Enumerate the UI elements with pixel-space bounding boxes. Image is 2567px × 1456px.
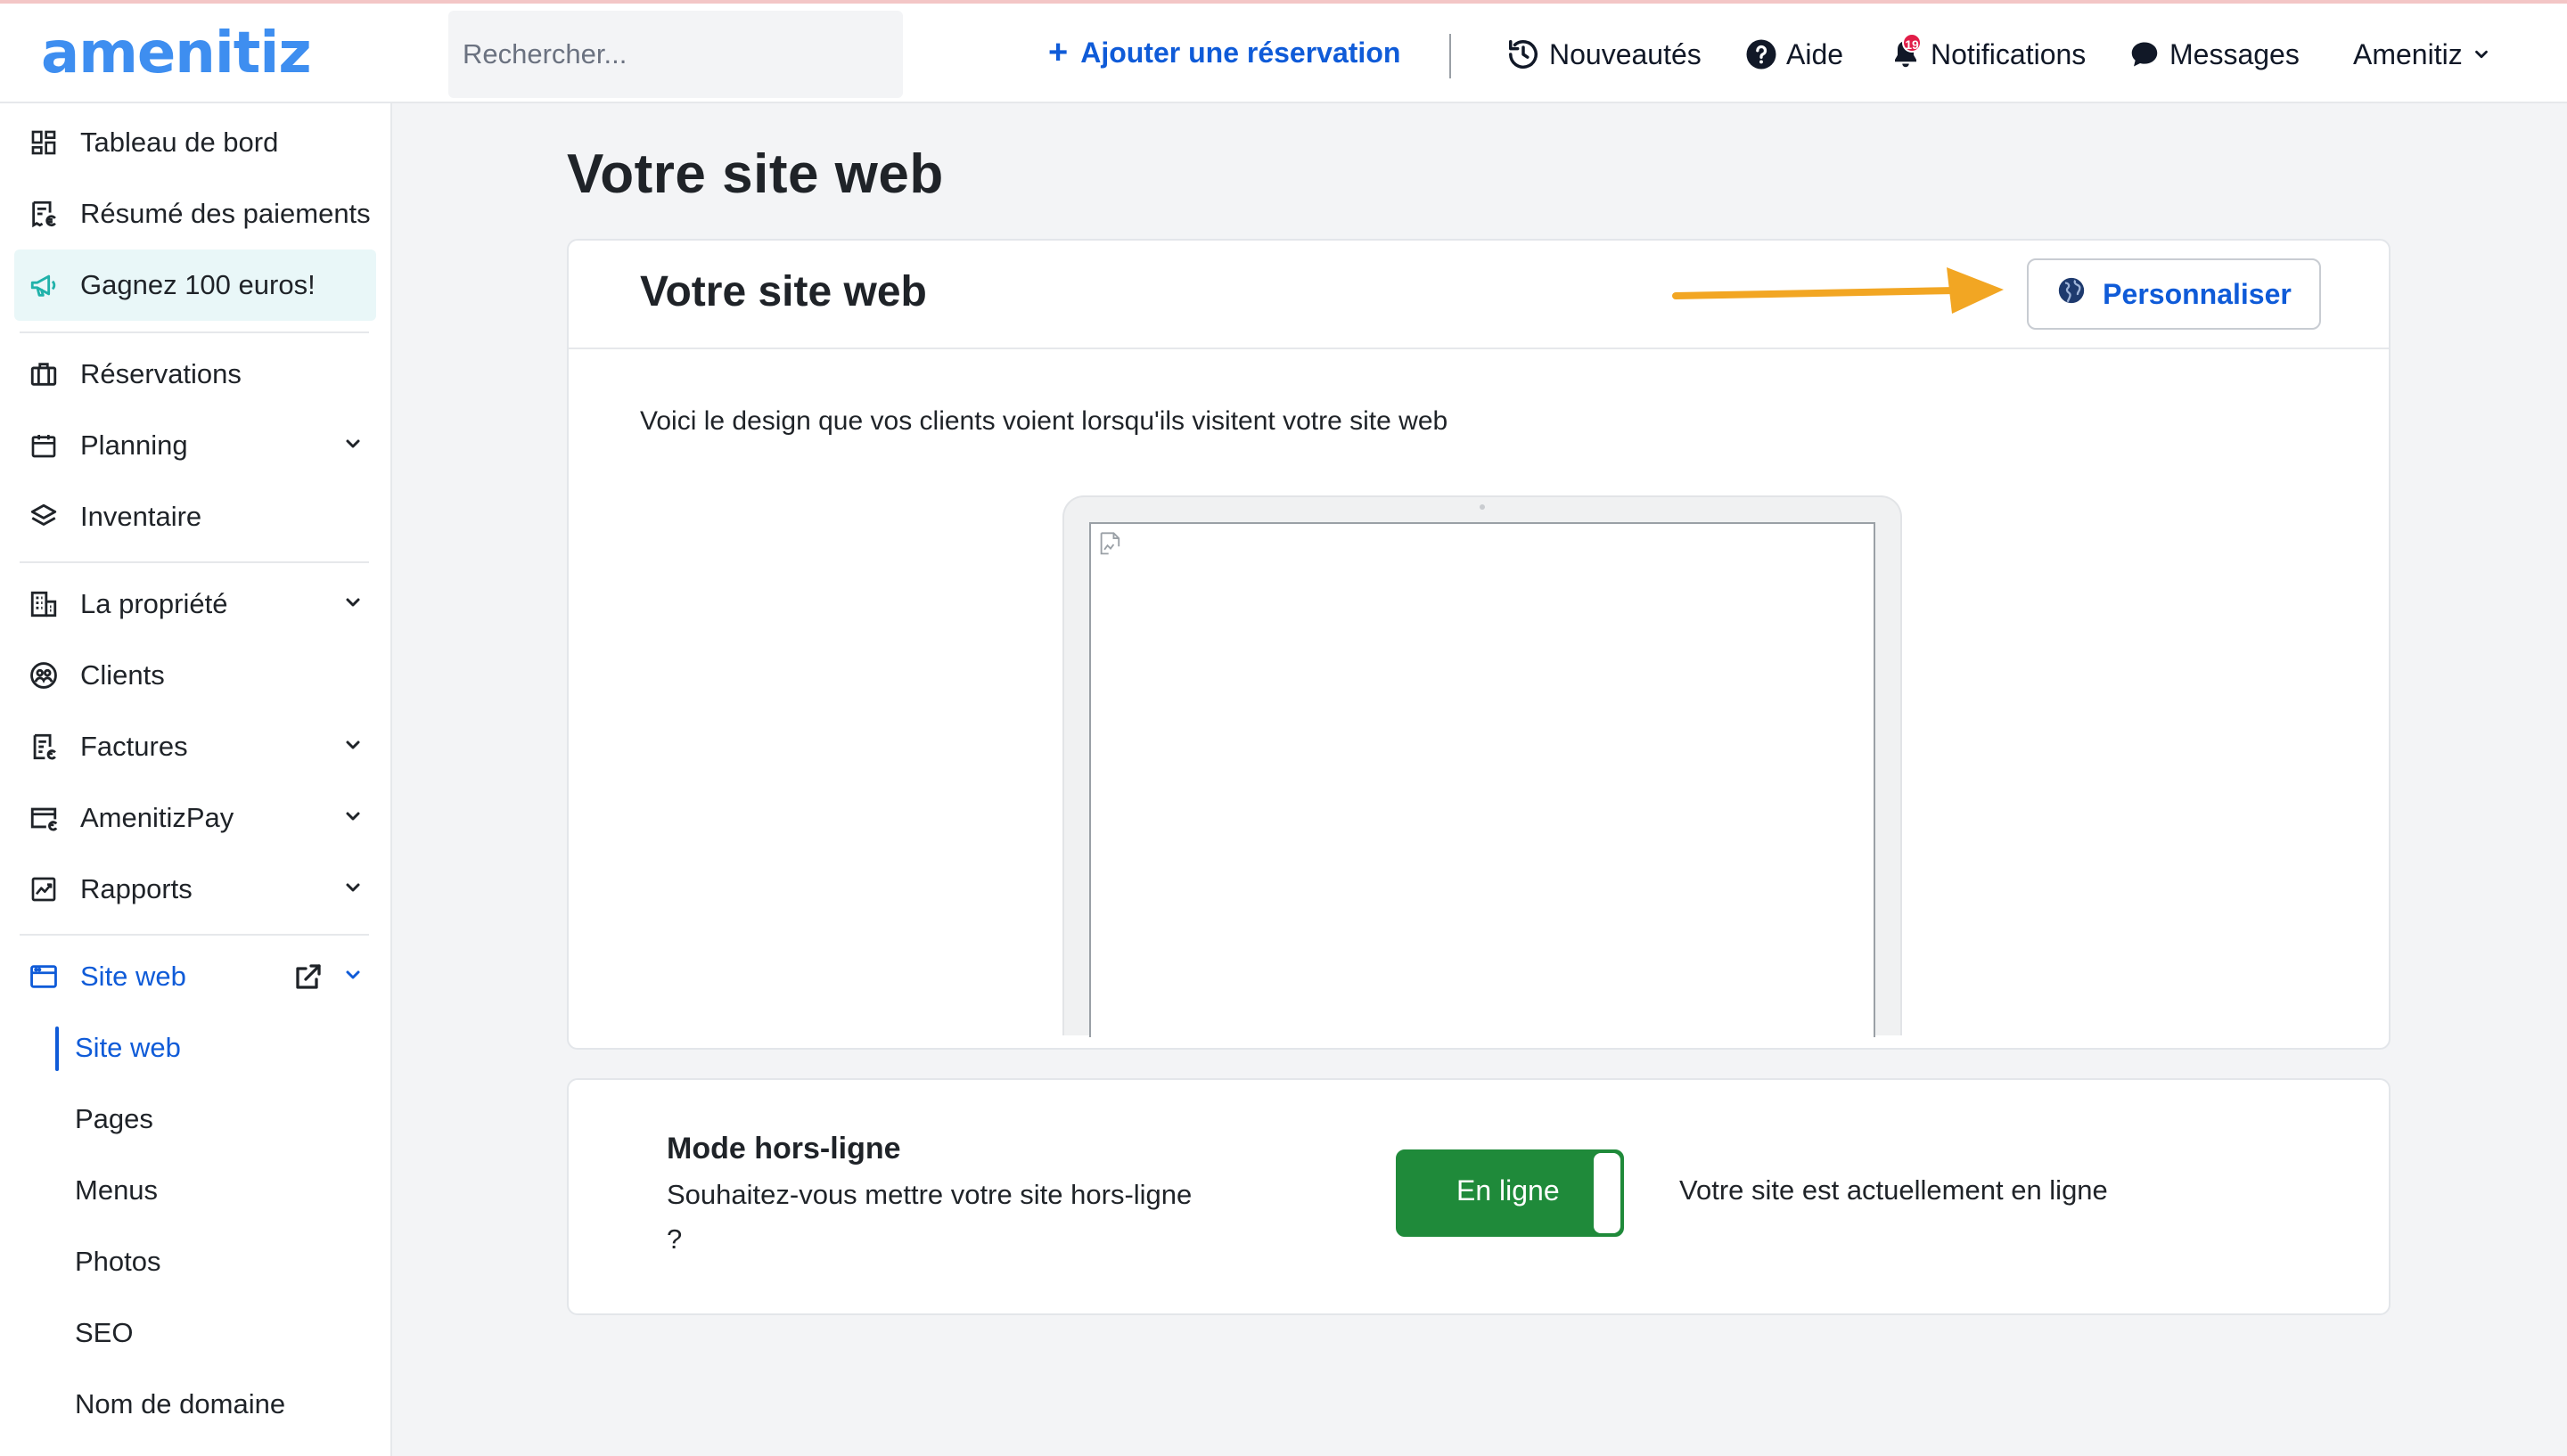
messages-link[interactable]: Messages bbox=[2128, 30, 2300, 78]
sidebar-item-website[interactable]: Site web bbox=[14, 941, 376, 1012]
site-status-text: Votre site est actuellement en ligne bbox=[1679, 1174, 2108, 1206]
chevron-down-icon bbox=[346, 883, 360, 892]
offline-mode-question: Souhaitez-vous mettre votre site hors-li… bbox=[667, 1179, 1193, 1255]
online-toggle[interactable]: En ligne bbox=[1396, 1149, 1624, 1237]
browser-window-icon bbox=[27, 960, 61, 994]
aide-link[interactable]: Aide bbox=[1745, 30, 1843, 78]
subitem-photos[interactable]: Photos bbox=[75, 1235, 161, 1288]
sidebar-item-reports[interactable]: Rapports bbox=[14, 854, 376, 925]
sidebar-item-planning[interactable]: Planning bbox=[14, 410, 376, 481]
website-card: Votre site web Personnaliser Voici le de… bbox=[567, 239, 2391, 1050]
suitcase-icon bbox=[27, 357, 61, 391]
sidebar-item-dashboard[interactable]: Tableau de bord bbox=[14, 107, 376, 178]
sidebar-item-label: Résumé des paiements bbox=[80, 198, 371, 229]
sidebar-item-label: Clients bbox=[80, 659, 165, 691]
history-icon bbox=[1506, 37, 1540, 71]
sidebar-item-label: Inventaire bbox=[80, 501, 202, 532]
globe-icon bbox=[2056, 275, 2087, 313]
pointer-arrow-annotation bbox=[1672, 267, 2004, 314]
sidebar-item-label: Site web bbox=[80, 961, 186, 992]
nouveautes-link[interactable]: Nouveautés bbox=[1506, 30, 1702, 78]
clients-icon bbox=[27, 658, 61, 692]
sidebar-item-label: Tableau de bord bbox=[80, 127, 279, 158]
sidebar-item-clients[interactable]: Clients bbox=[14, 640, 376, 711]
sidebar-item-payments-summary[interactable]: Résumé des paiements bbox=[14, 178, 376, 249]
device-camera bbox=[1480, 504, 1485, 510]
sidebar-item-label: Factures bbox=[80, 731, 188, 762]
add-reservation-label: Ajouter une réservation bbox=[1080, 36, 1401, 69]
search-box[interactable] bbox=[448, 11, 903, 98]
page-title: Votre site web bbox=[567, 143, 944, 205]
sidebar-item-label: La propriété bbox=[80, 588, 228, 619]
customize-button[interactable]: Personnaliser bbox=[2027, 258, 2321, 330]
megaphone-icon bbox=[27, 268, 61, 302]
website-card-header: Votre site web Personnaliser bbox=[569, 241, 2389, 349]
external-link-icon[interactable] bbox=[292, 961, 324, 993]
device-preview-frame bbox=[1062, 495, 1902, 1037]
website-preview-screen[interactable] bbox=[1089, 522, 1875, 1037]
add-reservation-link[interactable]: + Ajouter une réservation bbox=[1048, 30, 1400, 75]
subitem-menus[interactable]: Menus bbox=[75, 1164, 158, 1217]
search-input[interactable] bbox=[448, 11, 903, 98]
chevron-down-icon bbox=[346, 439, 360, 448]
chevron-down-icon bbox=[346, 812, 360, 821]
building-icon bbox=[27, 587, 61, 621]
messages-label: Messages bbox=[2169, 37, 2300, 70]
notifications-link[interactable]: 19 Notifications bbox=[1890, 30, 2086, 78]
nouveautes-label: Nouveautés bbox=[1549, 37, 1702, 70]
website-card-title: Votre site web bbox=[640, 268, 927, 315]
online-toggle-label: En ligne bbox=[1456, 1174, 1560, 1207]
layers-icon bbox=[27, 500, 61, 534]
subitem-domain-name[interactable]: Nom de domaine bbox=[75, 1378, 285, 1431]
offline-mode-title: Mode hors-ligne bbox=[667, 1132, 901, 1166]
sidebar-item-property[interactable]: La propriété bbox=[14, 568, 376, 640]
sidebar-item-amenitizpay[interactable]: AmenitizPay bbox=[14, 782, 376, 854]
sidebar-divider bbox=[20, 934, 369, 936]
invoice-icon bbox=[27, 730, 61, 764]
help-icon bbox=[1745, 38, 1777, 70]
sidebar-item-label: Gagnez 100 euros! bbox=[80, 269, 316, 300]
sidebar: Tableau de bord Résumé des paiements Gag… bbox=[0, 103, 392, 1456]
notifications-badge: 19 bbox=[1902, 33, 1922, 53]
top-bar: amenitiz + Ajouter une réservation Nouve… bbox=[0, 0, 2567, 103]
website-preview-description: Voici le design que vos clients voient l… bbox=[640, 406, 1448, 436]
amenitiz-logo[interactable]: amenitiz bbox=[41, 21, 312, 86]
chevron-down-icon bbox=[346, 740, 360, 749]
sidebar-item-label: Rapports bbox=[80, 873, 193, 904]
subitem-pages[interactable]: Pages bbox=[75, 1092, 153, 1146]
sidebar-item-reservations[interactable]: Réservations bbox=[14, 339, 376, 410]
sidebar-item-label: Réservations bbox=[80, 358, 242, 389]
toggle-knob[interactable] bbox=[1594, 1153, 1620, 1233]
offline-mode-card: Mode hors-ligne Souhaitez-vous mettre vo… bbox=[567, 1078, 2391, 1315]
customize-button-label: Personnaliser bbox=[2103, 277, 2292, 310]
broken-image-icon bbox=[1100, 532, 1120, 555]
sidebar-item-inventory[interactable]: Inventaire bbox=[14, 481, 376, 552]
chevron-down-icon bbox=[346, 598, 360, 607]
sidebar-divider bbox=[20, 561, 369, 563]
bell-icon: 19 bbox=[1890, 33, 1922, 70]
calendar-icon bbox=[27, 429, 61, 462]
topbar-divider bbox=[1449, 34, 1451, 78]
aide-label: Aide bbox=[1786, 37, 1844, 70]
plus-icon: + bbox=[1048, 33, 1069, 71]
sidebar-item-invoices[interactable]: Factures bbox=[14, 711, 376, 782]
chevron-down-icon bbox=[2472, 45, 2491, 64]
sidebar-item-referral-promo[interactable]: Gagnez 100 euros! bbox=[14, 249, 376, 321]
payment-receipt-icon bbox=[27, 197, 61, 231]
chart-icon bbox=[27, 872, 61, 906]
active-subitem-indicator bbox=[55, 1027, 59, 1071]
sidebar-divider bbox=[20, 331, 369, 333]
account-label: Amenitiz bbox=[2353, 37, 2463, 70]
sidebar-item-label: AmenitizPay bbox=[80, 802, 234, 833]
chat-bubble-icon bbox=[2128, 38, 2161, 70]
chevron-down-icon bbox=[346, 970, 360, 979]
subitem-website[interactable]: Site web bbox=[75, 1021, 181, 1075]
dashboard-icon bbox=[27, 126, 61, 160]
card-euro-icon bbox=[27, 801, 61, 835]
notifications-label: Notifications bbox=[1931, 37, 2087, 70]
account-menu[interactable]: Amenitiz bbox=[2353, 30, 2491, 78]
sidebar-item-label: Planning bbox=[80, 429, 188, 461]
subitem-seo[interactable]: SEO bbox=[75, 1306, 133, 1360]
